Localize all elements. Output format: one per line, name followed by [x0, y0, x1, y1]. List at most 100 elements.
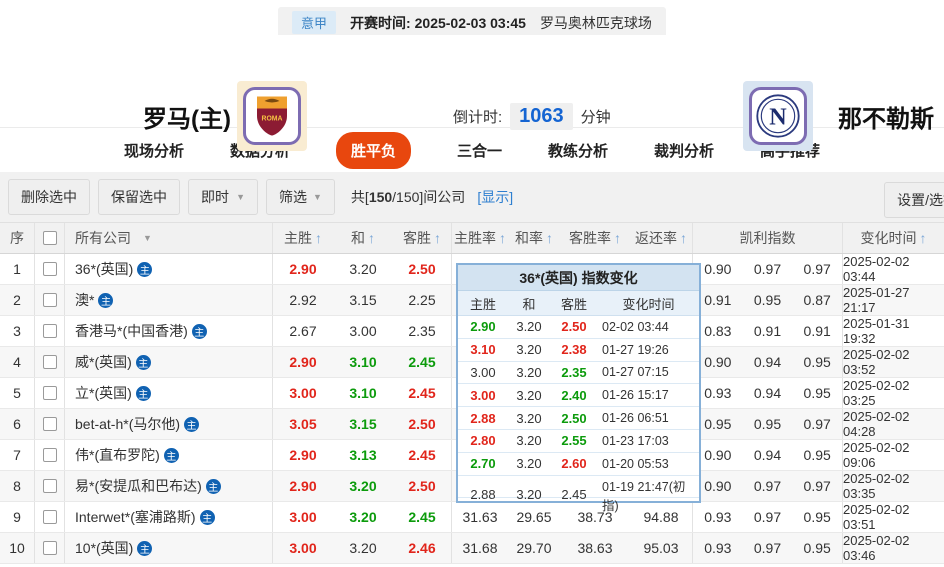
odds-home: 2.67: [273, 316, 333, 346]
popup-time: 01-27 07:15: [598, 362, 699, 384]
sort-asc-icon[interactable]: ↑: [315, 230, 322, 246]
kelly-value: 0.97: [743, 478, 793, 494]
tab-6[interactable]: 裁判分析: [654, 140, 714, 161]
col-away-rate[interactable]: 客胜率↑: [560, 223, 630, 253]
popup-home: 3.10: [458, 339, 508, 361]
col-return-rate[interactable]: 返还率↑: [630, 223, 693, 253]
sort-asc-icon[interactable]: ↑: [614, 230, 621, 246]
home-badge-icon: 主: [136, 355, 151, 370]
tab-1[interactable]: 现场分析: [124, 140, 184, 161]
company-cell[interactable]: Interwet*(塞浦路斯)主: [65, 502, 273, 532]
count-suffix: /150]间公司: [392, 189, 465, 205]
popup-draw: 3.20: [508, 430, 550, 452]
col-kelly: 凯利指数: [693, 223, 843, 253]
popup-home: 2.80: [458, 430, 508, 452]
sort-asc-icon[interactable]: ↑: [499, 230, 506, 246]
col-company[interactable]: 所有公司▼: [65, 223, 273, 253]
col-away-rate-label: 客胜率: [569, 228, 611, 248]
count-shown: 150: [369, 189, 392, 205]
company-cell[interactable]: bet-at-h*(马尔他)主: [65, 409, 273, 439]
company-name: 澳*: [75, 290, 94, 310]
col-away-odds[interactable]: 客胜↑: [393, 223, 452, 253]
keep-selected-button[interactable]: 保留选中: [98, 179, 180, 215]
show-link[interactable]: [显示]: [477, 187, 513, 207]
odds-draw: 3.20: [333, 254, 393, 284]
col-home-label: 主胜: [284, 228, 312, 248]
checkbox-cell: [35, 378, 65, 408]
kelly-value: 0.95: [792, 540, 842, 556]
odds-home: 2.90: [273, 347, 333, 377]
kelly-value: 0.95: [792, 509, 842, 525]
col-home-rate[interactable]: 主胜率↑: [452, 223, 508, 253]
row-checkbox[interactable]: [43, 448, 57, 462]
company-cell[interactable]: 10*(英国)主: [65, 533, 273, 563]
change-time: 2025-02-02 03:51: [843, 502, 944, 532]
col-draw-rate[interactable]: 和率↑: [508, 223, 560, 253]
odds-draw: 3.10: [333, 378, 393, 408]
settings-button[interactable]: 设置/选择: [884, 182, 944, 218]
tab-5[interactable]: 教练分析: [548, 140, 608, 161]
company-cell[interactable]: 36*(英国)主: [65, 254, 273, 284]
col-draw-odds[interactable]: 和↑: [333, 223, 393, 253]
company-cell[interactable]: 易*(安提瓜和巴布达)主: [65, 471, 273, 501]
sort-asc-icon[interactable]: ↑: [920, 230, 927, 246]
company-cell[interactable]: 立*(英国)主: [65, 378, 273, 408]
col-change-time[interactable]: 变化时间↑: [843, 223, 944, 253]
odds-away: 2.45: [393, 502, 452, 532]
row-index: 10: [0, 533, 35, 563]
row-checkbox[interactable]: [43, 479, 57, 493]
kelly-value: 0.93: [693, 540, 743, 556]
sort-asc-icon[interactable]: ↑: [680, 230, 687, 246]
popup-time: 02-02 03:44: [598, 316, 699, 338]
sort-asc-icon[interactable]: ↑: [546, 230, 553, 246]
count-prefix: 共[: [351, 189, 369, 205]
delete-selected-button[interactable]: 删除选中: [8, 179, 90, 215]
popup-draw: 3.20: [508, 476, 550, 514]
col-home-odds[interactable]: 主胜↑: [273, 223, 333, 253]
popup-away: 2.45: [550, 476, 598, 514]
company-cell[interactable]: 香港马*(中国香港)主: [65, 316, 273, 346]
company-name: 立*(英国): [75, 383, 132, 403]
home-badge-icon: 主: [137, 541, 152, 556]
tab-4[interactable]: 三合一: [457, 140, 502, 161]
popup-col-2: 和: [508, 291, 550, 315]
row-checkbox[interactable]: [43, 262, 57, 276]
tab-3[interactable]: 胜平负: [336, 132, 411, 169]
sort-asc-icon[interactable]: ↑: [368, 230, 375, 246]
select-all-checkbox[interactable]: [43, 231, 57, 245]
row-index: 8: [0, 471, 35, 501]
filter-button[interactable]: 筛选 ▼: [266, 179, 335, 215]
kelly-value: 0.97: [743, 261, 793, 277]
kickoff-time: 开赛时间: 2025-02-03 03:45: [350, 13, 526, 33]
home-badge-icon: 主: [184, 417, 199, 432]
kelly-cell: 0.900.970.97: [693, 471, 843, 501]
row-checkbox[interactable]: [43, 293, 57, 307]
table-row: 1010*(英国)主3.003.202.4631.6829.7038.6395.…: [0, 533, 944, 564]
kelly-value: 0.97: [743, 509, 793, 525]
time-filter-value: 即时: [201, 187, 229, 207]
popup-time: 01-26 06:51: [598, 407, 699, 429]
chevron-down-icon: ▼: [313, 192, 322, 202]
company-cell[interactable]: 威*(英国)主: [65, 347, 273, 377]
kelly-value: 0.97: [743, 540, 793, 556]
away-team-logo: N: [743, 81, 813, 151]
col-company-label: 所有公司: [75, 228, 131, 248]
row-checkbox[interactable]: [43, 386, 57, 400]
checkbox-cell: [35, 254, 65, 284]
home-rate: 31.68: [452, 533, 508, 563]
row-checkbox[interactable]: [43, 324, 57, 338]
time-filter-select[interactable]: 即时 ▼: [188, 179, 258, 215]
company-cell[interactable]: 澳*主: [65, 285, 273, 315]
toolbar: 删除选中 保留选中 即时 ▼ 筛选 ▼ 共[150/150]间公司 [显示] 设…: [0, 172, 944, 222]
popup-time: 01-23 17:03: [598, 430, 699, 452]
company-cell[interactable]: 伟*(直布罗陀)主: [65, 440, 273, 470]
home-team-name: 罗马(主): [143, 99, 231, 134]
change-time: 2025-02-02 03:35: [843, 471, 944, 501]
row-checkbox[interactable]: [43, 417, 57, 431]
sort-asc-icon[interactable]: ↑: [434, 230, 441, 246]
home-badge-icon: 主: [192, 324, 207, 339]
row-checkbox[interactable]: [43, 510, 57, 524]
change-time: 2025-02-02 03:44: [843, 254, 944, 284]
row-checkbox[interactable]: [43, 541, 57, 555]
row-checkbox[interactable]: [43, 355, 57, 369]
